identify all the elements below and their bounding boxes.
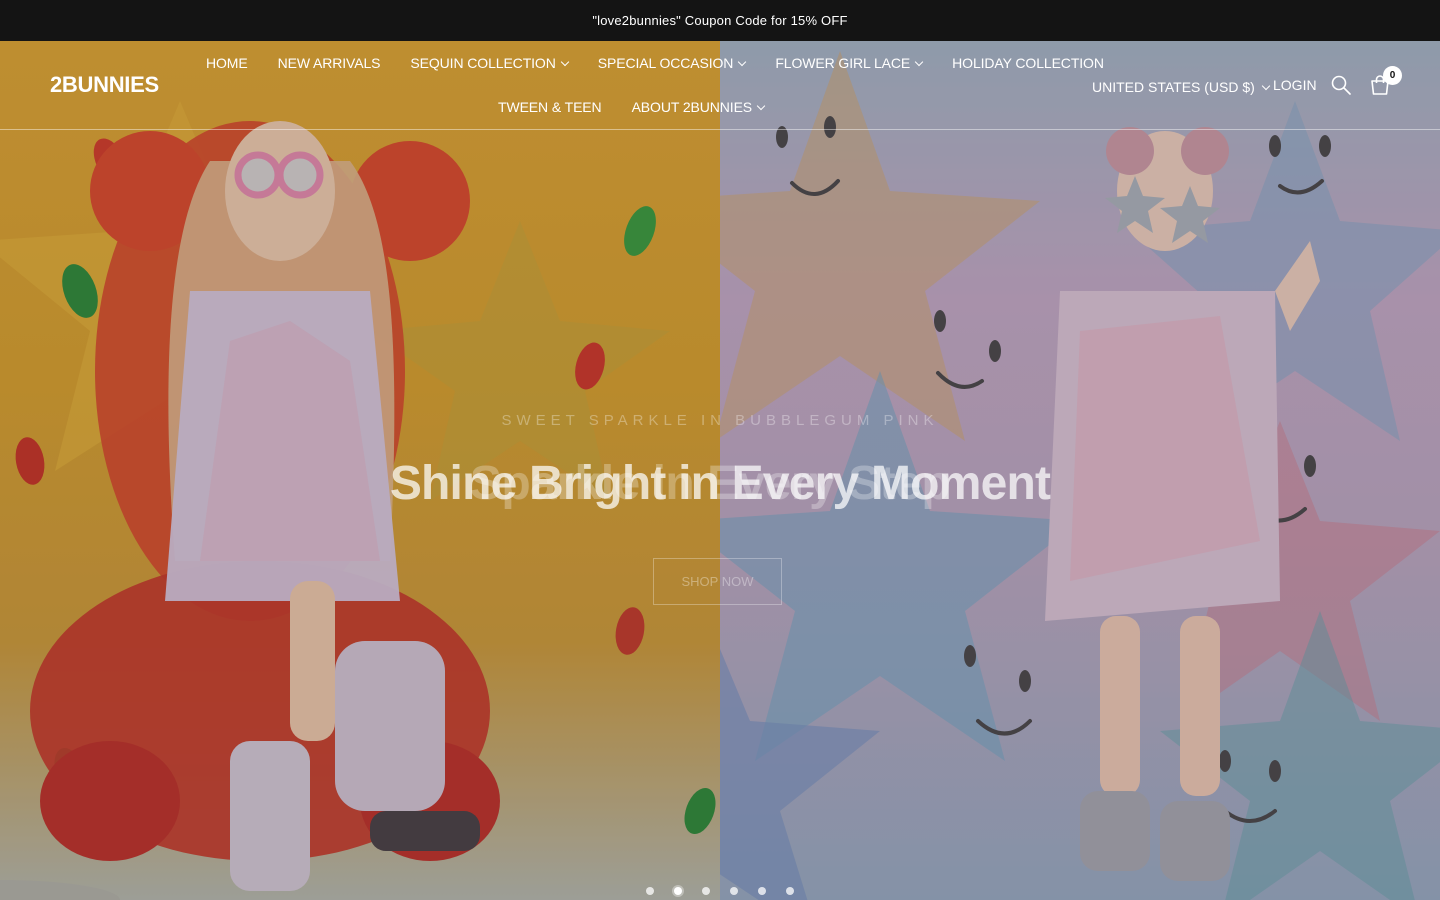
nav-item-home[interactable]: HOME xyxy=(206,55,248,71)
cart-count-badge: 0 xyxy=(1383,66,1402,85)
nav-item-flower-girl-lace[interactable]: FLOWER GIRL LACE xyxy=(775,55,924,71)
slide-dot-1[interactable] xyxy=(646,887,654,895)
slide-dot-4[interactable] xyxy=(730,887,738,895)
nav-item-tween-teen[interactable]: TWEEN & TEEN xyxy=(498,99,602,115)
nav-item-label: FLOWER GIRL LACE xyxy=(775,55,911,71)
search-icon[interactable] xyxy=(1331,75,1351,95)
nav-item-label: SPECIAL OCCASION xyxy=(597,55,734,71)
shop-now-button[interactable]: SHOP NOW xyxy=(653,558,782,605)
slide-dot-5[interactable] xyxy=(758,887,766,895)
nav-item-new-arrivals[interactable]: NEW ARRIVALS xyxy=(278,55,381,71)
nav-item-holiday-collection[interactable]: HOLIDAY COLLECTION xyxy=(952,55,1104,71)
login-link[interactable]: LOGIN xyxy=(1273,77,1317,93)
nav-row-secondary: TWEEN & TEEN ABOUT 2BUNNIES xyxy=(498,99,766,115)
chevron-down-icon xyxy=(560,57,569,66)
nav-item-label: TWEEN & TEEN xyxy=(498,99,602,115)
announcement-bar: "love2bunnies" Coupon Code for 15% OFF xyxy=(0,0,1440,41)
chevron-down-icon xyxy=(1261,81,1271,90)
nav-row-primary: HOME NEW ARRIVALS SEQUIN COLLECTION SPECIAL… xyxy=(206,55,1104,71)
nav-item-label: NEW ARRIVALS xyxy=(277,55,381,71)
nav-item-label: HOME xyxy=(206,55,248,71)
slide-dot-6[interactable] xyxy=(786,887,794,895)
hero-overlay xyxy=(0,41,1440,900)
main-nav: HOME NEW ARRIVALS SEQUIN COLLECTION SPECIAL… xyxy=(190,41,1104,130)
nav-item-label: ABOUT 2BUNNIES xyxy=(631,99,753,115)
slide-dot-3[interactable] xyxy=(702,887,710,895)
nav-item-sequin-collection[interactable]: SEQUIN COLLECTION xyxy=(410,55,569,71)
nav-item-label: HOLIDAY COLLECTION xyxy=(952,55,1104,71)
slideshow-dots xyxy=(646,887,794,895)
site-logo[interactable]: 2BUNNIES xyxy=(50,72,159,98)
site-header: 2BUNNIES HOME NEW ARRIVALS SEQUIN COLLECTI… xyxy=(0,41,1440,130)
currency-label: UNITED STATES (USD $) xyxy=(1092,79,1255,95)
chevron-down-icon xyxy=(914,57,924,66)
currency-selector[interactable]: UNITED STATES (USD $) xyxy=(1092,79,1271,95)
chevron-down-icon xyxy=(738,57,747,66)
chevron-down-icon xyxy=(756,101,766,110)
hero-slideshow xyxy=(0,41,1440,900)
nav-item-about-2bunnies[interactable]: ABOUT 2BUNNIES xyxy=(631,99,766,115)
nav-item-label: SEQUIN COLLECTION xyxy=(410,55,556,71)
nav-item-special-occasion[interactable]: SPECIAL OCCASION xyxy=(597,55,747,71)
slide-dot-2[interactable] xyxy=(674,887,682,895)
announcement-text: "love2bunnies" Coupon Code for 15% OFF xyxy=(592,13,848,28)
